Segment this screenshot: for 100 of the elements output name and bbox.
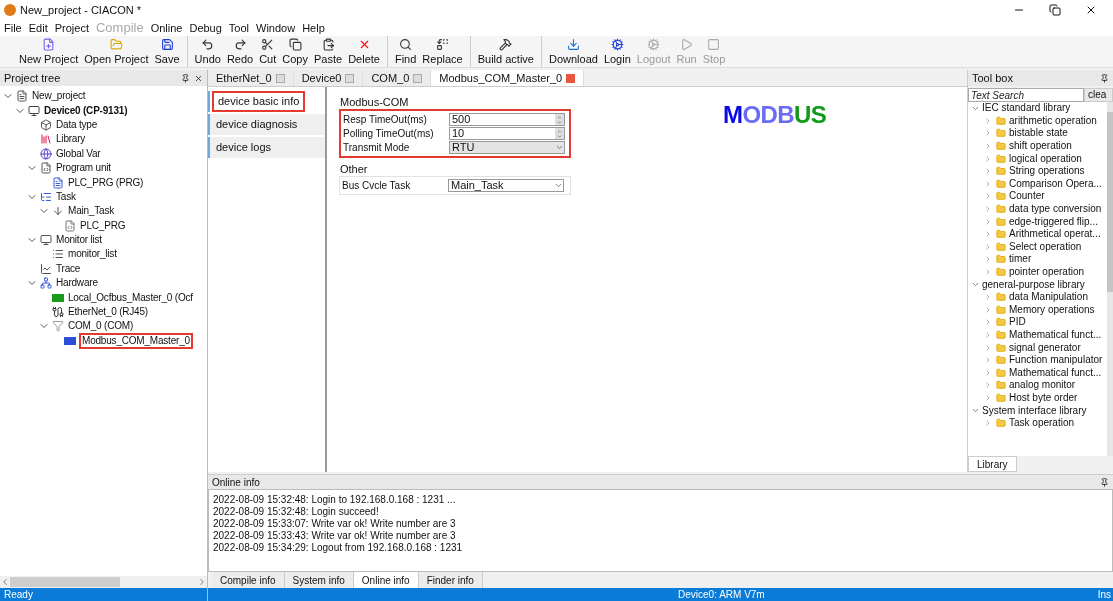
toolbar-button[interactable]: Replace [419,36,466,67]
toolbar-button[interactable]: Find [391,36,420,67]
library-item[interactable]: PID [1009,316,1026,329]
library-item[interactable]: data Manipulation [1009,291,1088,304]
status-text: Device0: ARM V7m [678,588,765,601]
tree-item[interactable]: Modbus_COM_Master_0 [79,332,193,349]
menu-item[interactable]: Online [150,19,183,37]
library-item[interactable]: edge-triggered flip... [1009,215,1098,228]
library-item[interactable]: Function manipulator [1009,354,1103,367]
tree-item[interactable]: Data type [55,118,98,131]
toolbar-button[interactable]: Redo [223,36,257,67]
panel-tab[interactable]: Compile info [212,572,285,588]
menu-item[interactable]: Debug [189,19,222,37]
library-item[interactable]: bistable state [1009,127,1068,140]
menu-item[interactable]: Help [302,19,325,37]
log-line: 2022-08-09 15:33:07: Write var ok! Write number are 3 [213,518,457,530]
tree-item[interactable]: Hardware [55,277,99,290]
library-item[interactable]: String operations [1009,165,1085,178]
library-item[interactable]: Memory operations [1009,303,1095,316]
tree-item[interactable]: New_project [31,90,87,103]
document-tab[interactable]: Device0 [293,70,364,86]
field-label: Resp TimeOut(ms) [343,113,428,127]
status-text: Ready [4,588,33,601]
toolbar-button[interactable]: Download [545,36,601,67]
library-item[interactable]: Comparison Opera... [1009,177,1102,190]
library-item[interactable]: Mathematical funct... [1009,366,1102,379]
toolbar-button[interactable]: Login [600,36,634,67]
tree-item[interactable]: Local_Ocfbus_Master_0 (Ocf [67,291,194,304]
library-item[interactable]: arithmetic operation [1009,114,1097,127]
menu-item[interactable]: File [4,19,22,37]
side-nav-item[interactable]: device logs [208,137,325,158]
tree-item[interactable]: Program unit [55,162,112,175]
library-group[interactable]: IEC standard library [982,102,1071,115]
library-item[interactable]: shift operation [1009,140,1072,153]
modbus-logo: MODBUS [723,103,827,127]
library-item[interactable]: analog monitor [1009,379,1076,392]
field-label: Transmit Mode [343,141,411,155]
window-title: New_project - CIACON * [20,2,142,18]
toolbar-button[interactable]: Copy [279,36,311,67]
library-item[interactable]: Host byte order [1009,391,1078,404]
menu-item[interactable]: Window [256,19,296,37]
library-item[interactable]: pointer operation [1009,266,1085,278]
panel-tab[interactable]: Online info [353,572,419,588]
panel-tab[interactable]: Finder info [418,572,483,588]
log-line: 2022-08-09 15:34:29: Logout from 192.168.0.168 : 1231 [213,542,464,554]
tree-item[interactable]: Main_Task [67,205,115,218]
tree-item[interactable]: Task [55,190,77,203]
tree-item[interactable]: COM_0 (COM) [67,320,135,333]
clear-button[interactable]: clea [1084,88,1113,102]
group-title: Modbus-COM [340,95,410,109]
tree-item[interactable]: Trace [55,262,82,275]
tree-item[interactable]: monitor_list [67,248,118,261]
tree-item[interactable]: PLC_PRG (PRG) [67,176,145,189]
library-item[interactable]: Task operation [1009,417,1075,430]
document-tab[interactable]: EtherNet_0 [208,70,294,86]
tree-item[interactable]: PLC_PRG [79,219,127,232]
library-item[interactable]: Counter [1009,190,1045,203]
group-title: Other [340,162,369,176]
menu-item[interactable]: Edit [28,19,48,37]
panel-title: Online info [212,475,260,490]
toolbar-button[interactable]: Delete [345,36,383,67]
log-line: 2022-08-09 15:32:48: Login to 192.168.0.168 : 1231 ... [213,494,457,506]
library-item[interactable]: Mathematical funct... [1009,329,1102,341]
toolbar-button[interactable]: Cut [256,36,280,67]
tree-item[interactable]: Global Var [55,147,102,160]
document-tab[interactable]: Modbus_COM_Master_0 [431,70,585,86]
panel-title: Project tree [4,70,61,86]
number-field[interactable]: 10 [449,127,565,140]
status-text: Ins [1097,588,1112,601]
toolbar-button[interactable]: Open Project [81,36,152,67]
library-group[interactable]: System interface library [982,404,1087,417]
tree-item[interactable]: EtherNet_0 (RJ45) [67,306,149,319]
document-tab[interactable]: COM_0 [363,70,432,86]
toolbar-button[interactable]: New Project [16,36,82,67]
panel-tab[interactable]: Library [968,456,1017,472]
panel-tab[interactable]: System info [284,572,354,588]
panel-title: Tool box [972,70,1013,86]
search-field[interactable]: Text Search [968,88,1084,102]
library-group[interactable]: general-purpose library [982,278,1085,291]
library-item[interactable]: data type conversion [1009,203,1102,216]
menu-item[interactable]: Project [54,19,89,37]
toolbar-button[interactable]: Save [151,36,183,67]
toolbar-button[interactable]: Undo [191,36,224,67]
side-nav-item[interactable]: device diagnosis [208,114,325,135]
toolbar-button[interactable]: Build active [474,36,537,67]
library-item[interactable]: Arithmetical operat... [1009,228,1101,241]
dropdown[interactable]: Main_Task [448,179,564,192]
menu-item[interactable]: Tool [228,19,250,37]
tree-item[interactable]: Monitor list [55,234,103,247]
field-label: Bus Cvcle Task [342,179,412,193]
toolbar-button[interactable]: Paste [311,36,346,67]
log-line: 2022-08-09 15:32:48: Login succeed! [213,506,380,518]
library-item[interactable]: signal generator [1009,341,1081,354]
library-item[interactable]: Select operation [1009,240,1082,253]
library-item[interactable]: timer [1009,253,1032,266]
tree-item[interactable]: Library [55,133,87,146]
field-label: Polling TimeOut(ms) [343,127,435,141]
number-field[interactable]: 500 [449,113,565,126]
tree-item[interactable]: Device0 (CP-9131) [43,104,129,117]
library-item[interactable]: logical operation [1009,152,1082,165]
